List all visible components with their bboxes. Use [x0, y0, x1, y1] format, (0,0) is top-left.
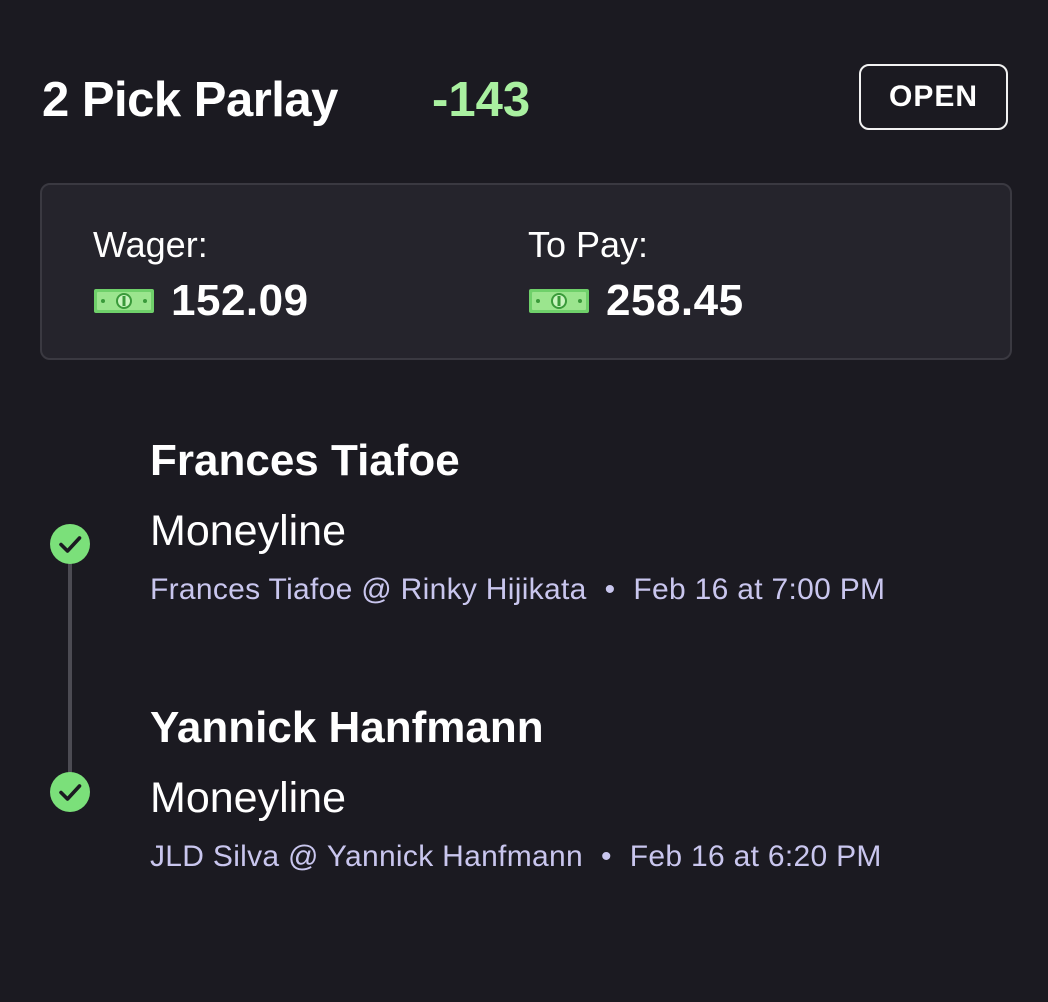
parlay-bet-card: 2 Pick Parlay -143 OPEN Wager: 152.09 To…: [0, 0, 1048, 1002]
leg-matchup: JLD Silva @ Yannick Hanfmann: [150, 840, 583, 873]
leg-details: Frances Tiafoe @ Rinky Hijikata • Feb 16 a…: [150, 570, 910, 610]
wager-summary-card: Wager: 152.09 To Pay: 258.45: [40, 183, 1012, 360]
separator-dot: •: [600, 840, 612, 873]
bet-title: 2 Pick Parlay: [42, 73, 338, 127]
check-circle-icon: [50, 772, 90, 812]
leg-player: Yannick Hanfmann: [150, 703, 544, 752]
topay-label: To Pay:: [528, 224, 649, 265]
wager-label: Wager:: [93, 224, 208, 265]
topay-block: To Pay: 258.45: [528, 223, 744, 327]
status-badge: OPEN: [859, 64, 1008, 130]
parlay-odds: -143: [432, 73, 531, 127]
parlay-leg-1: Frances Tiafoe Moneyline Frances Tiafoe …: [150, 434, 1020, 610]
leg-market: Moneyline: [150, 507, 346, 555]
wager-amount: 152.09: [171, 276, 309, 325]
timeline-connector: [68, 548, 72, 796]
cash-icon: [94, 289, 154, 313]
check-circle-icon: [50, 524, 90, 564]
leg-time: Feb 16 at 7:00 PM: [633, 573, 886, 606]
separator-dot: •: [604, 573, 616, 606]
leg-player: Frances Tiafoe: [150, 436, 460, 485]
topay-amount: 258.45: [606, 276, 744, 325]
leg-market: Moneyline: [150, 774, 346, 822]
wager-block: Wager: 152.09: [93, 223, 309, 327]
leg-matchup: Frances Tiafoe @ Rinky Hijikata: [150, 573, 587, 606]
parlay-leg-2: Yannick Hanfmann Moneyline JLD Silva @ Y…: [150, 701, 1020, 877]
leg-details: JLD Silva @ Yannick Hanfmann • Feb 16 at 6…: [150, 837, 1020, 877]
leg-time: Feb 16 at 6:20 PM: [629, 840, 882, 873]
cash-icon: [529, 289, 589, 313]
